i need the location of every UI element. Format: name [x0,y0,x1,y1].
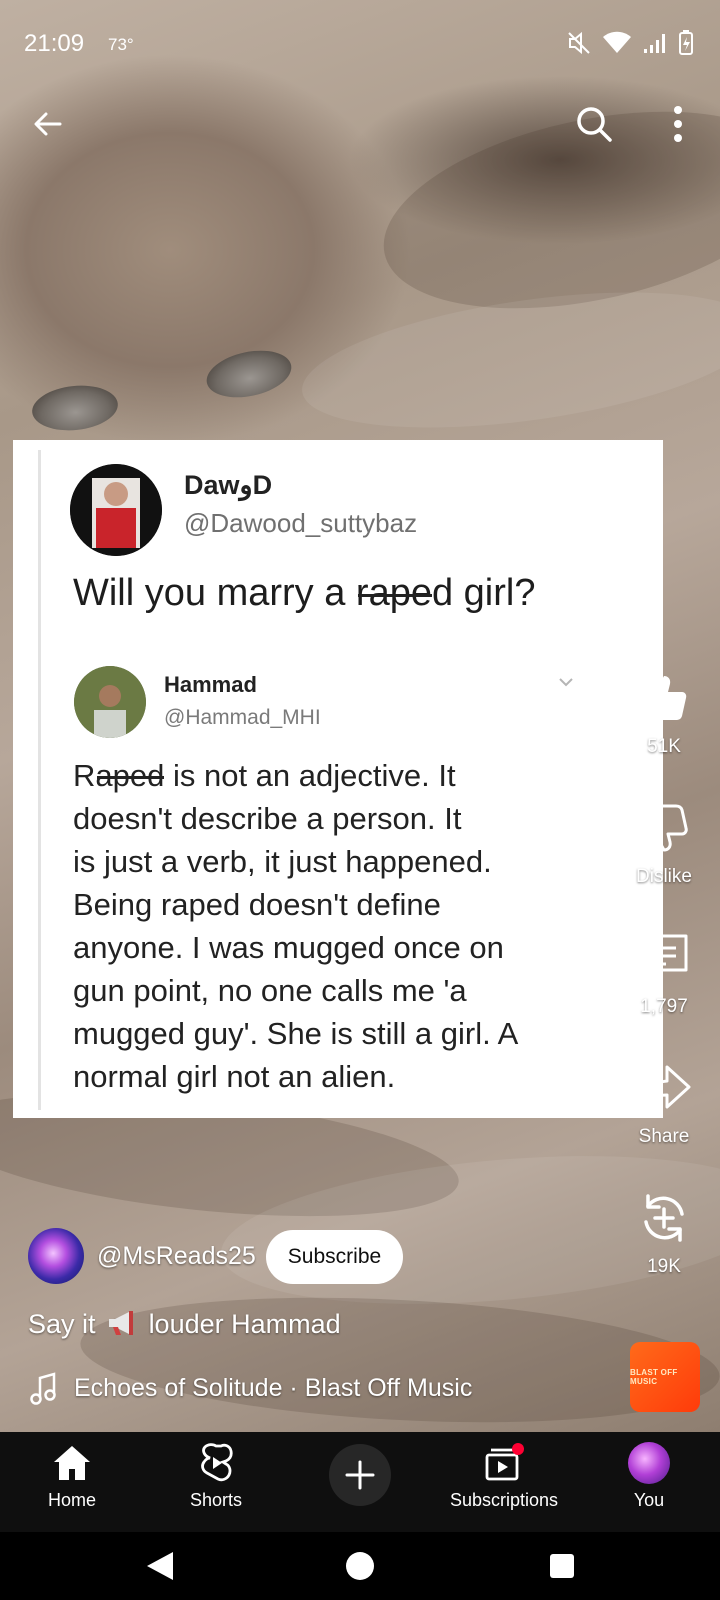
thread-line [38,450,41,1110]
recents-square-icon [550,1554,574,1578]
like-button[interactable]: 51K [612,666,716,758]
author-avatar [70,464,162,556]
video-caption[interactable]: Say it louder Hammad [28,1309,341,1340]
megaphone-emoji-icon [109,1311,134,1335]
comment-icon [640,934,688,982]
tweet-author-name: DawوD [184,470,273,500]
like-count: 51K [647,736,681,757]
reply-body-rest: doesn't describe a person. It is just a … [73,801,519,1094]
reply-author-name: Hammad [164,672,257,697]
share-button[interactable]: Share [612,1056,716,1148]
chevron-down-icon [559,678,573,687]
bottom-navigation: Home Shorts Subscriptions You [0,1432,720,1532]
reply-struck-word: aped [95,758,165,793]
back-button[interactable] [20,96,76,152]
music-album-thumbnail[interactable]: BLAST OFF MUSIC [630,1342,700,1412]
more-vertical-icon [674,106,682,142]
music-track[interactable]: Echoes of Solitude · Blast Off Music [74,1374,472,1403]
search-button[interactable] [566,96,622,152]
status-icons [566,30,694,56]
more-options-button[interactable] [650,96,706,152]
battery-icon [679,30,693,55]
back-arrow-icon [34,112,62,136]
nav-home[interactable]: Home [12,1440,132,1511]
reply-first-line: is not an adjective. It [164,758,456,793]
status-temperature: 73° [108,35,134,54]
nav-home-label: Home [47,1490,96,1510]
tweet-author-handle: @Dawood_suttybaz [184,508,418,538]
caption-text-start: Say it [28,1309,96,1339]
plus-icon [345,1460,375,1490]
reply-author-handle: @Hammad_MHI [164,706,321,729]
shorts-icon [201,1443,233,1482]
back-triangle-icon [147,1552,173,1580]
user-avatar [628,1442,670,1484]
comment-count: 1,797 [640,996,688,1017]
share-icon [637,1065,691,1111]
thumbs-up-icon [642,676,687,720]
album-label: BLAST OFF MUSIC [630,1368,678,1386]
nav-you[interactable]: You [589,1440,709,1511]
nav-shorts-label: Shorts [189,1490,243,1510]
home-icon [54,1446,90,1480]
question-struck-word: rape [355,572,432,614]
tweet-question: Will you marry a raped girl? [73,572,535,615]
channel-avatar[interactable] [28,1228,84,1284]
remix-count: 19K [647,1256,681,1277]
reply-avatar [74,666,146,738]
question-text-end: d girl? [431,572,536,614]
system-recents-button[interactable] [542,1546,582,1586]
create-button[interactable] [329,1444,391,1506]
nav-shorts[interactable]: Shorts [156,1440,276,1511]
search-icon [577,107,612,142]
reply-first-char: R [73,758,96,793]
nav-subscriptions-label: Subscriptions [449,1490,559,1510]
reply-text: Raped is not an adjective. It doesn't de… [73,754,633,1098]
dislike-button[interactable]: Dislike [612,796,716,888]
remix-icon [644,1194,684,1242]
status-time: 21:09 [24,30,85,57]
dislike-label: Dislike [636,866,692,887]
comments-button[interactable]: 1,797 [612,926,716,1018]
signal-icon [644,34,665,53]
caption-text-end: louder Hammad [148,1309,341,1339]
share-label: Share [638,1126,690,1147]
subscribe-button[interactable]: Subscribe [266,1230,403,1284]
home-circle-icon [346,1552,374,1580]
remix-button[interactable]: 19K [612,1186,716,1278]
question-text-start: Will you marry a [73,572,356,614]
wifi-icon [603,31,631,53]
thumbs-down-icon [640,804,688,852]
nav-you-label: You [633,1490,665,1510]
channel-handle[interactable]: @MsReads25 [97,1242,256,1271]
nav-subscriptions[interactable]: Subscriptions [444,1440,564,1511]
system-home-button[interactable] [340,1546,380,1586]
subscriptions-icon [485,1443,524,1481]
system-back-button[interactable] [140,1546,180,1586]
tweet-screenshot: DawوD @Dawood_suttybaz Will you marry a … [13,440,663,1118]
status-bar: 21:09 73° [0,0,720,90]
mute-icon [568,31,590,55]
music-note-icon [30,1372,56,1405]
notification-dot [512,1443,524,1455]
system-navigation-bar [0,1532,720,1600]
